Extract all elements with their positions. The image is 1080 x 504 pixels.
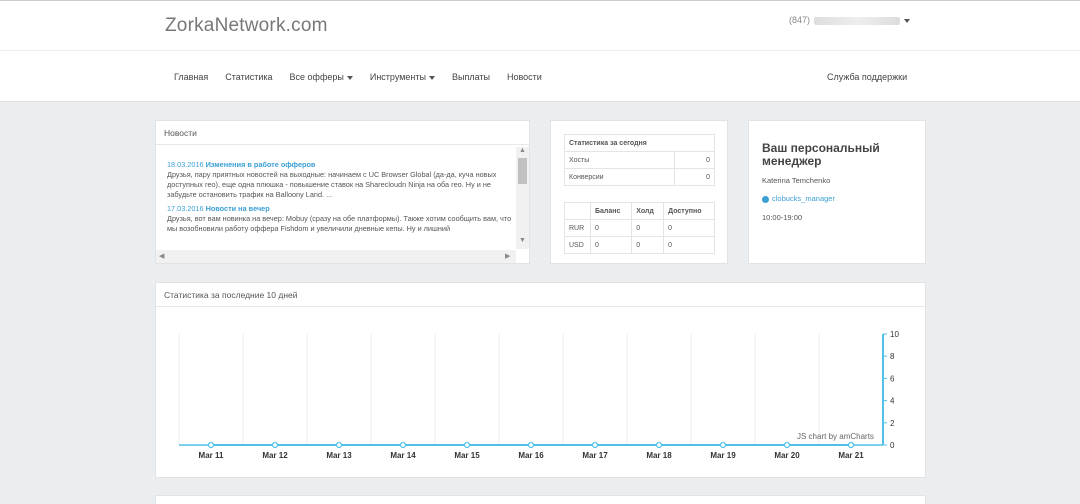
x-tick-label: Mar 16 — [518, 451, 544, 460]
x-tick-label: Mar 17 — [582, 451, 608, 460]
stats-line-chart: 0 2 4 6 8 10 Mar 11 Mar 12 Mar 13 Mar 14 Mar 15 Mar… — [178, 330, 899, 460]
x-tick-label: Mar 15 — [454, 451, 480, 460]
data-point — [655, 441, 663, 449]
data-point — [527, 441, 535, 449]
x-tick-label: Mar 11 — [199, 451, 224, 460]
y-tick-label: 2 — [890, 419, 895, 428]
bottom-panel — [155, 495, 926, 504]
amcharts-watermark[interactable]: JS chart by amCharts — [797, 432, 874, 441]
data-point — [207, 441, 215, 449]
x-tick-label: Mar 19 — [710, 451, 736, 460]
data-point — [591, 441, 599, 449]
data-point — [399, 441, 407, 449]
y-tick-label: 0 — [890, 441, 895, 450]
x-tick-label: Mar 21 — [838, 451, 864, 460]
data-point — [335, 441, 343, 449]
x-tick-label: Mar 20 — [774, 451, 800, 460]
data-point — [719, 441, 727, 449]
data-point — [271, 441, 279, 449]
data-point — [847, 441, 855, 449]
y-tick-label: 8 — [890, 352, 895, 361]
x-tick-label: Mar 14 — [390, 451, 416, 460]
x-tick-label: Mar 12 — [262, 451, 288, 460]
x-tick-label: Mar 13 — [326, 451, 352, 460]
y-tick-label: 6 — [890, 374, 895, 383]
x-tick-label: Mar 18 — [646, 451, 672, 460]
data-point — [783, 441, 791, 449]
y-tick-label: 4 — [890, 397, 895, 406]
y-tick-label: 10 — [890, 330, 899, 339]
data-point — [463, 441, 471, 449]
